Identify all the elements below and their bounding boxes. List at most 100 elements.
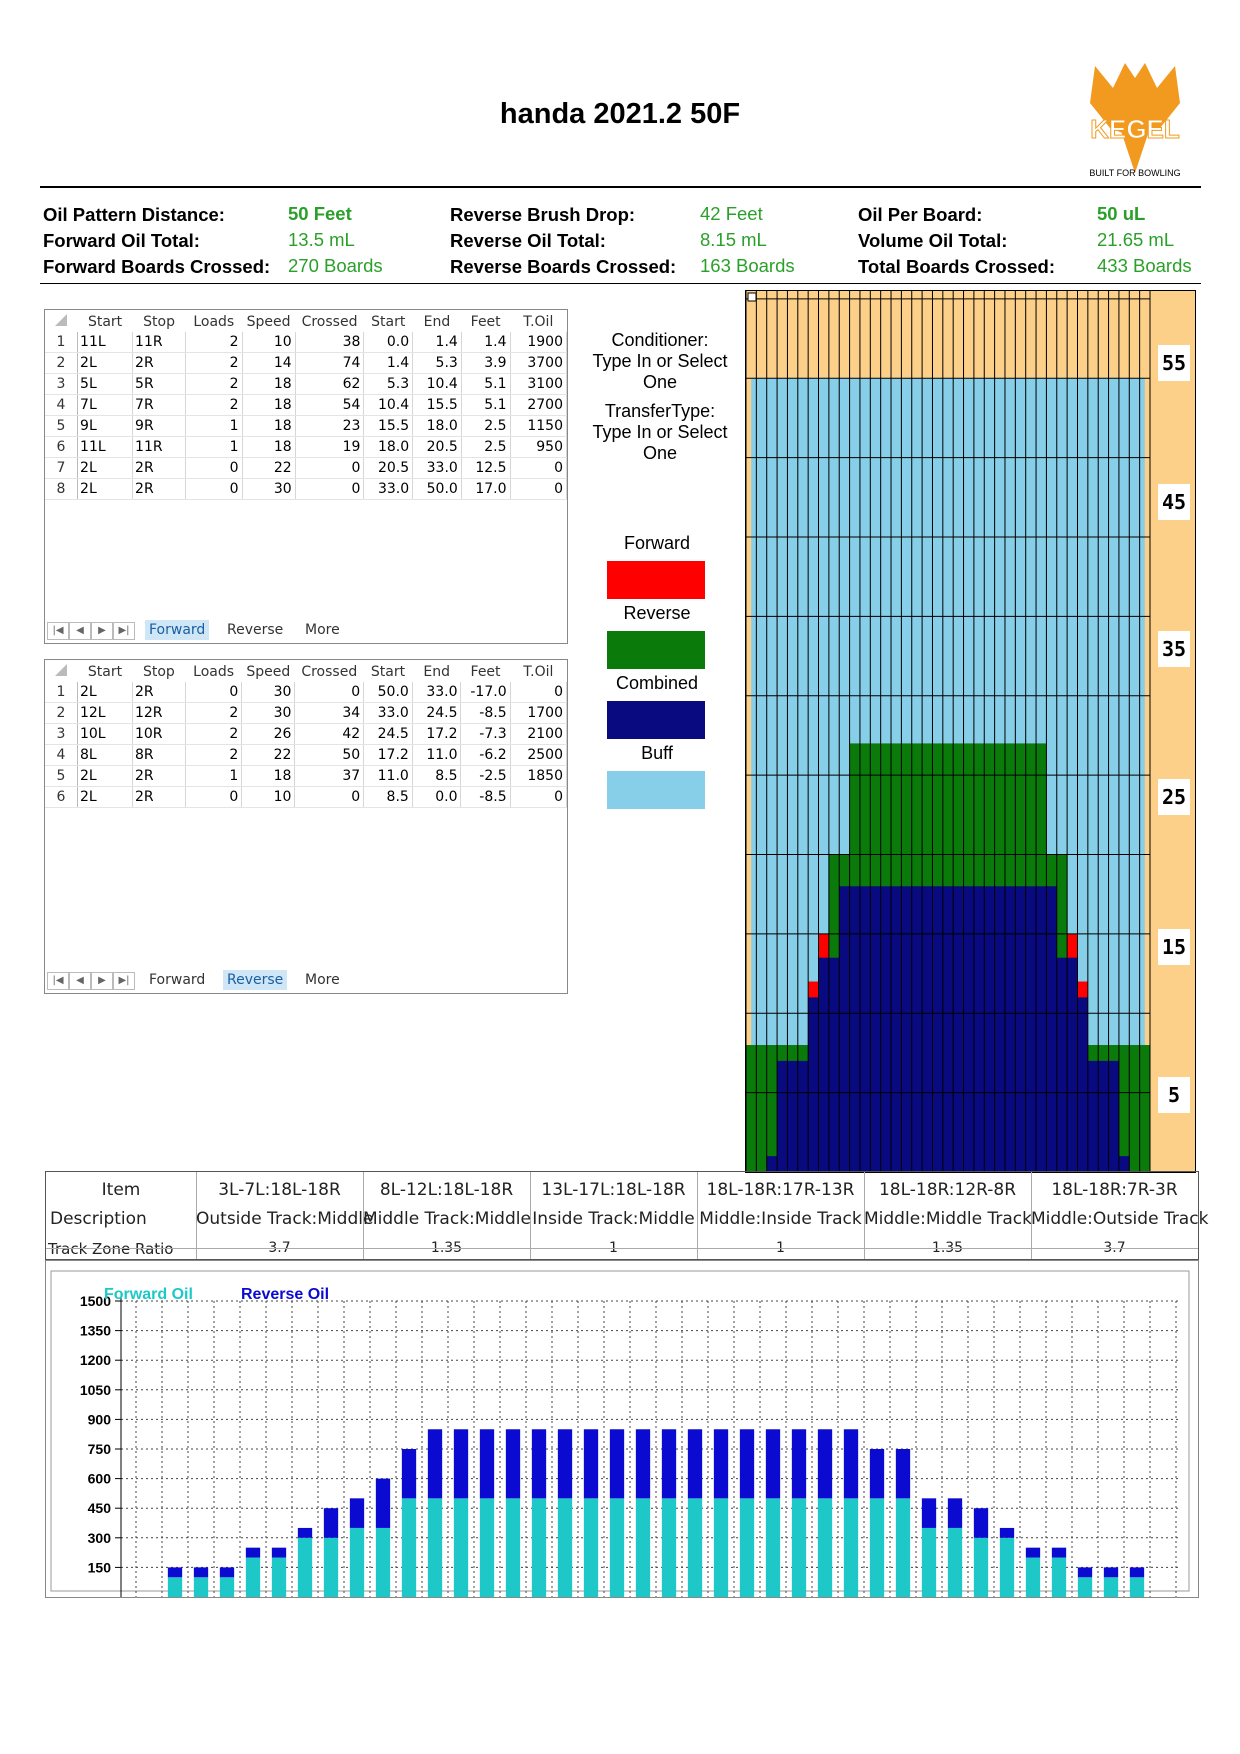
table-row[interactable]: 8 2L 2R 0 30 0 33.0 50.0 17.0 0 — [45, 478, 568, 500]
grid-cell[interactable]: 3.9 — [461, 352, 511, 374]
grid-cell[interactable]: 8.5 — [412, 765, 462, 787]
grid-cell[interactable]: 2 — [185, 373, 243, 395]
reverse-grid[interactable]: Start Stop Loads Speed Crossed Start End Feet T.… — [44, 659, 568, 994]
first-sheet-button[interactable]: |◀ — [47, 622, 69, 640]
grid-column-header[interactable]: Loads — [186, 312, 243, 332]
grid-cell[interactable]: 18 — [242, 415, 296, 437]
table-row[interactable]: 2 2L 2R 2 14 74 1.4 5.3 3.9 3700 — [45, 352, 568, 374]
grid-cell[interactable]: 11.0 — [412, 744, 462, 766]
grid-cell[interactable]: 0 — [294, 682, 365, 703]
grid-cell[interactable]: 30 — [242, 478, 296, 500]
tab-forward[interactable]: Forward — [145, 970, 209, 990]
table-row[interactable]: 5 9L 9R 1 18 23 15.5 18.0 2.5 1150 — [45, 415, 568, 437]
grid-cell[interactable]: 15.5 — [412, 394, 462, 416]
grid-cell[interactable]: 7L — [77, 394, 134, 416]
row-number[interactable]: 3 — [45, 723, 78, 745]
grid-cell[interactable]: 1850 — [510, 765, 568, 787]
grid-column-header[interactable]: T.Oil — [510, 312, 566, 332]
grid-column-header[interactable]: T.Oil — [510, 662, 566, 682]
row-number[interactable]: 3 — [45, 373, 79, 395]
first-sheet-button[interactable]: |◀ — [47, 972, 69, 990]
grid-cell[interactable]: -7.3 — [460, 723, 511, 745]
grid-cell[interactable]: 24.5 — [412, 702, 462, 724]
grid-cell[interactable]: 12R — [132, 702, 186, 724]
grid-cell[interactable]: 9L — [77, 415, 134, 437]
table-row[interactable]: 1 11L 11R 2 10 38 0.0 1.4 1.4 1900 — [45, 332, 568, 353]
grid-cell[interactable]: 10R — [132, 723, 186, 745]
table-row[interactable]: 7 2L 2R 0 22 0 20.5 33.0 12.5 0 — [45, 457, 568, 479]
grid-cell[interactable]: 50.0 — [363, 682, 413, 703]
grid-cell[interactable]: 0 — [185, 478, 243, 500]
grid-cell[interactable]: 11L — [77, 436, 134, 458]
grid-cell[interactable]: 2 — [185, 332, 243, 353]
grid-column-header[interactable]: Feet — [461, 312, 510, 332]
reverse-table[interactable]: Start Stop Loads Speed Crossed Start End Feet T.… — [45, 662, 568, 808]
grid-cell[interactable]: 62 — [295, 373, 365, 395]
next-sheet-button[interactable]: ▶ — [91, 972, 113, 990]
grid-cell[interactable]: 2.5 — [461, 415, 511, 437]
row-number[interactable]: 5 — [45, 765, 78, 787]
grid-cell[interactable]: 18.0 — [412, 415, 462, 437]
table-row[interactable]: 6 2L 2R 0 10 0 8.5 0.0 -8.5 0 — [45, 786, 568, 808]
grid-column-header[interactable]: Speed — [242, 312, 295, 332]
grid-cell[interactable]: 2L — [77, 786, 133, 808]
grid-cell[interactable]: 10.4 — [412, 373, 462, 395]
grid-cell[interactable]: 2 — [185, 394, 243, 416]
grid-cell[interactable]: 14 — [242, 352, 296, 374]
grid-cell[interactable]: 2 — [185, 744, 243, 766]
grid-cell[interactable]: -6.2 — [460, 744, 511, 766]
grid-cell[interactable]: 9R — [132, 415, 187, 437]
grid-cell[interactable]: 1 — [185, 765, 243, 787]
grid-cell[interactable]: 5.3 — [412, 352, 462, 374]
grid-cell[interactable]: 0.0 — [363, 332, 414, 353]
tab-reverse[interactable]: Reverse — [223, 970, 288, 990]
grid-cell[interactable]: 8L — [77, 744, 133, 766]
forward-table[interactable]: Start Stop Loads Speed Crossed Start End Feet T.… — [45, 312, 568, 500]
grid-cell[interactable]: 8R — [132, 744, 186, 766]
grid-column-header[interactable]: Start — [364, 662, 413, 682]
table-row[interactable]: 6 11L 11R 1 18 19 18.0 20.5 2.5 950 — [45, 436, 568, 458]
grid-cell[interactable]: 30 — [241, 682, 296, 703]
row-number[interactable]: 2 — [45, 352, 79, 374]
grid-cell[interactable]: 0 — [510, 457, 568, 479]
grid-cell[interactable]: 18 — [242, 394, 296, 416]
grid-cell[interactable]: -2.5 — [460, 765, 511, 787]
grid-cell[interactable]: 1.4 — [412, 332, 462, 353]
grid-column-header[interactable]: Feet — [461, 662, 510, 682]
grid-cell[interactable]: 5L — [77, 373, 134, 395]
grid-cell[interactable]: 2500 — [510, 744, 568, 766]
tab-more[interactable]: More — [301, 620, 344, 640]
table-row[interactable]: 3 10L 10R 2 26 42 24.5 17.2 -7.3 2100 — [45, 723, 568, 745]
grid-column-header[interactable]: Start — [78, 312, 133, 332]
grid-cell[interactable]: 3100 — [510, 373, 568, 395]
last-sheet-button[interactable]: ▶| — [113, 972, 135, 990]
row-number[interactable]: 1 — [45, 332, 79, 353]
grid-cell[interactable]: 2700 — [510, 394, 568, 416]
grid-cell[interactable]: 30 — [241, 702, 296, 724]
row-number[interactable]: 5 — [45, 415, 79, 437]
select-all-corner[interactable] — [45, 662, 77, 682]
grid-cell[interactable]: 20.5 — [363, 457, 414, 479]
table-row[interactable]: 4 8L 8R 2 22 50 17.2 11.0 -6.2 2500 — [45, 744, 568, 766]
grid-cell[interactable]: 1 — [185, 436, 243, 458]
grid-cell[interactable]: 10 — [242, 332, 296, 353]
grid-cell[interactable]: 2L — [77, 478, 134, 500]
grid-cell[interactable]: 1700 — [510, 702, 568, 724]
grid-cell[interactable]: 18.0 — [363, 436, 414, 458]
grid-cell[interactable]: 22 — [242, 457, 296, 479]
grid-cell[interactable]: 17.0 — [461, 478, 511, 500]
grid-cell[interactable]: 18 — [242, 373, 296, 395]
grid-cell[interactable]: 5.3 — [363, 373, 414, 395]
grid-cell[interactable]: 2R — [132, 786, 186, 808]
row-number[interactable]: 6 — [45, 436, 79, 458]
grid-column-header[interactable]: Start — [77, 662, 132, 682]
grid-cell[interactable]: -17.0 — [460, 682, 511, 703]
grid-cell[interactable]: 0 — [294, 786, 365, 808]
grid-cell[interactable]: 22 — [241, 744, 296, 766]
row-number[interactable]: 4 — [45, 744, 78, 766]
tab-forward[interactable]: Forward — [145, 620, 210, 640]
transfer-box[interactable]: TransferType: Type In or Select One — [580, 401, 740, 464]
grid-cell[interactable]: 12L — [77, 702, 133, 724]
grid-cell[interactable]: 2 — [185, 723, 243, 745]
grid-cell[interactable]: 5R — [132, 373, 187, 395]
